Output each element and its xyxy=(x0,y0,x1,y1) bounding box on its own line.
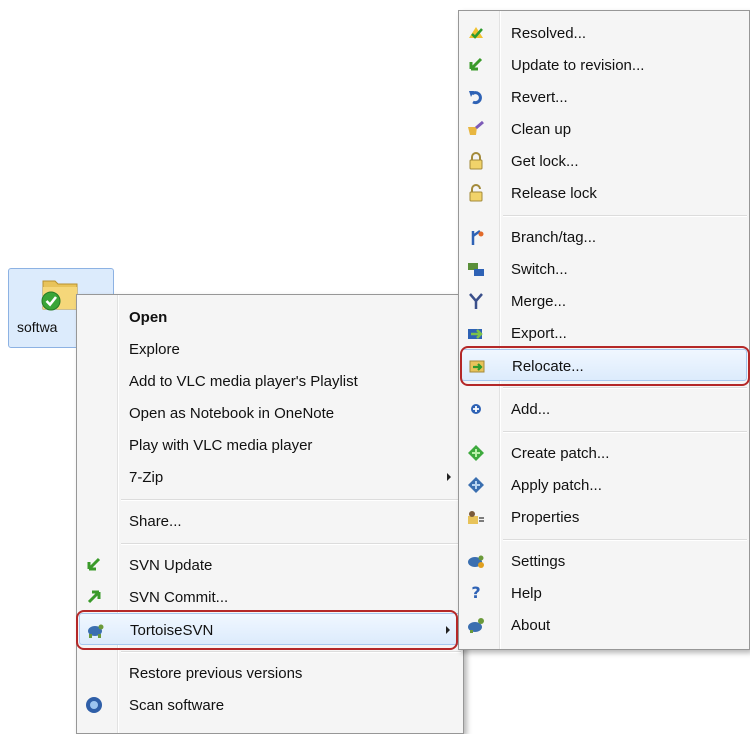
about-icon xyxy=(467,616,485,634)
revert-icon xyxy=(467,88,485,106)
menu-item-label: Revert... xyxy=(511,89,568,106)
menu-item-open-as-notebook[interactable]: Open as Notebook in OneNote xyxy=(79,397,461,429)
submenu-item-add[interactable]: Add... xyxy=(461,393,747,425)
export-icon xyxy=(467,324,485,342)
menu-item-label: 7-Zip xyxy=(129,469,164,486)
menu-item-label: Release lock xyxy=(511,185,597,202)
unlock-icon xyxy=(467,184,485,202)
submenu-item-update-to-revision[interactable]: Update to revision... xyxy=(461,49,747,81)
menu-item-label: Open as Notebook in OneNote xyxy=(129,405,335,422)
menu-item-scan[interactable]: Scan software xyxy=(79,689,461,721)
menu-item-open[interactable]: Open xyxy=(79,301,461,333)
submenu-item-apply-patch[interactable]: Apply patch... xyxy=(461,469,747,501)
switch-icon xyxy=(467,260,485,278)
context-menu: Open Explore Add to VLC media player's P… xyxy=(76,294,464,734)
menu-item-label: SVN Commit... xyxy=(129,589,229,606)
menu-item-label: Add to VLC media player's Playlist xyxy=(129,373,358,390)
resolved-icon xyxy=(467,24,485,42)
menu-item-label: Scan software xyxy=(129,697,225,714)
submenu-item-create-patch[interactable]: Create patch... xyxy=(461,437,747,469)
tortoisesvn-submenu: Resolved... Update to revision... Revert… xyxy=(458,10,750,650)
apply-patch-icon xyxy=(467,476,485,494)
submenu-item-export[interactable]: Export... xyxy=(461,317,747,349)
menu-item-label: Export... xyxy=(511,325,567,342)
add-icon xyxy=(467,400,485,418)
menu-item-label: Restore previous versions xyxy=(129,665,303,682)
submenu-item-clean-up[interactable]: Clean up xyxy=(461,113,747,145)
menu-item-label: Explore xyxy=(129,341,180,358)
menu-item-label: Settings xyxy=(511,553,566,570)
menu-item-svn-update[interactable]: SVN Update xyxy=(79,549,461,581)
menu-separator xyxy=(121,543,461,545)
menu-item-add-to-vlc-playlist[interactable]: Add to VLC media player's Playlist xyxy=(79,365,461,397)
menu-item-label: Play with VLC media player xyxy=(129,437,313,454)
folder-icon xyxy=(41,280,78,311)
properties-icon xyxy=(467,508,485,526)
menu-item-label: About xyxy=(511,617,551,634)
help-icon: ? xyxy=(471,583,481,602)
menu-item-label: Get lock... xyxy=(511,153,579,170)
menu-separator xyxy=(121,651,461,653)
menu-item-label: Update to revision... xyxy=(511,57,645,74)
menu-item-label: Clean up xyxy=(511,121,572,138)
menu-item-label: Open xyxy=(129,309,168,326)
submenu-item-merge[interactable]: Merge... xyxy=(461,285,747,317)
cleanup-icon xyxy=(467,120,485,138)
submenu-item-resolved[interactable]: Resolved... xyxy=(461,17,747,49)
menu-item-play-with-vlc[interactable]: Play with VLC media player xyxy=(79,429,461,461)
menu-item-label: Add... xyxy=(511,401,551,418)
menu-separator xyxy=(503,431,747,433)
relocate-callout xyxy=(460,346,750,386)
menu-item-label: Branch/tag... xyxy=(511,229,597,246)
menu-separator xyxy=(503,387,747,389)
submenu-item-revert[interactable]: Revert... xyxy=(461,81,747,113)
menu-item-svn-commit[interactable]: SVN Commit... xyxy=(79,581,461,613)
submenu-item-properties[interactable]: Properties xyxy=(461,501,747,533)
create-patch-icon xyxy=(467,444,485,462)
submenu-item-help[interactable]: ? Help xyxy=(461,577,747,609)
menu-separator xyxy=(503,215,747,217)
submenu-item-settings[interactable]: Settings xyxy=(461,545,747,577)
update-revision-icon xyxy=(467,56,485,74)
submenu-item-branch-tag[interactable]: Branch/tag... xyxy=(461,221,747,253)
submenu-item-about[interactable]: About xyxy=(461,609,747,641)
menu-item-label: SVN Update xyxy=(129,557,213,574)
lock-icon xyxy=(467,152,485,170)
svn-commit-icon xyxy=(85,588,103,606)
menu-item-label: Switch... xyxy=(511,261,568,278)
submenu-item-switch[interactable]: Switch... xyxy=(461,253,747,285)
submenu-item-get-lock[interactable]: Get lock... xyxy=(461,145,747,177)
menu-item-label: Properties xyxy=(511,509,580,526)
submenu-arrow-icon xyxy=(447,473,451,481)
file-label: softwa xyxy=(17,319,58,335)
menu-item-7zip[interactable]: 7-Zip xyxy=(79,461,461,493)
settings-icon xyxy=(467,552,485,570)
menu-item-label: Resolved... xyxy=(511,25,587,42)
menu-item-restore-previous-versions[interactable]: Restore previous versions xyxy=(79,657,461,689)
menu-separator xyxy=(121,499,461,501)
menu-item-share[interactable]: Share... xyxy=(79,505,461,537)
branch-icon xyxy=(467,228,485,246)
menu-item-label: Share... xyxy=(129,513,182,530)
menu-item-label: Apply patch... xyxy=(511,477,602,494)
menu-item-label: Create patch... xyxy=(511,445,610,462)
menu-item-label: Merge... xyxy=(511,293,567,310)
menu-item-explore[interactable]: Explore xyxy=(79,333,461,365)
svn-update-icon xyxy=(85,556,103,574)
menu-separator xyxy=(503,539,747,541)
submenu-item-release-lock[interactable]: Release lock xyxy=(461,177,747,209)
menu-item-label: Help xyxy=(511,585,542,602)
tortoisesvn-callout xyxy=(76,610,458,650)
merge-icon xyxy=(467,292,485,310)
scan-icon xyxy=(85,696,103,714)
